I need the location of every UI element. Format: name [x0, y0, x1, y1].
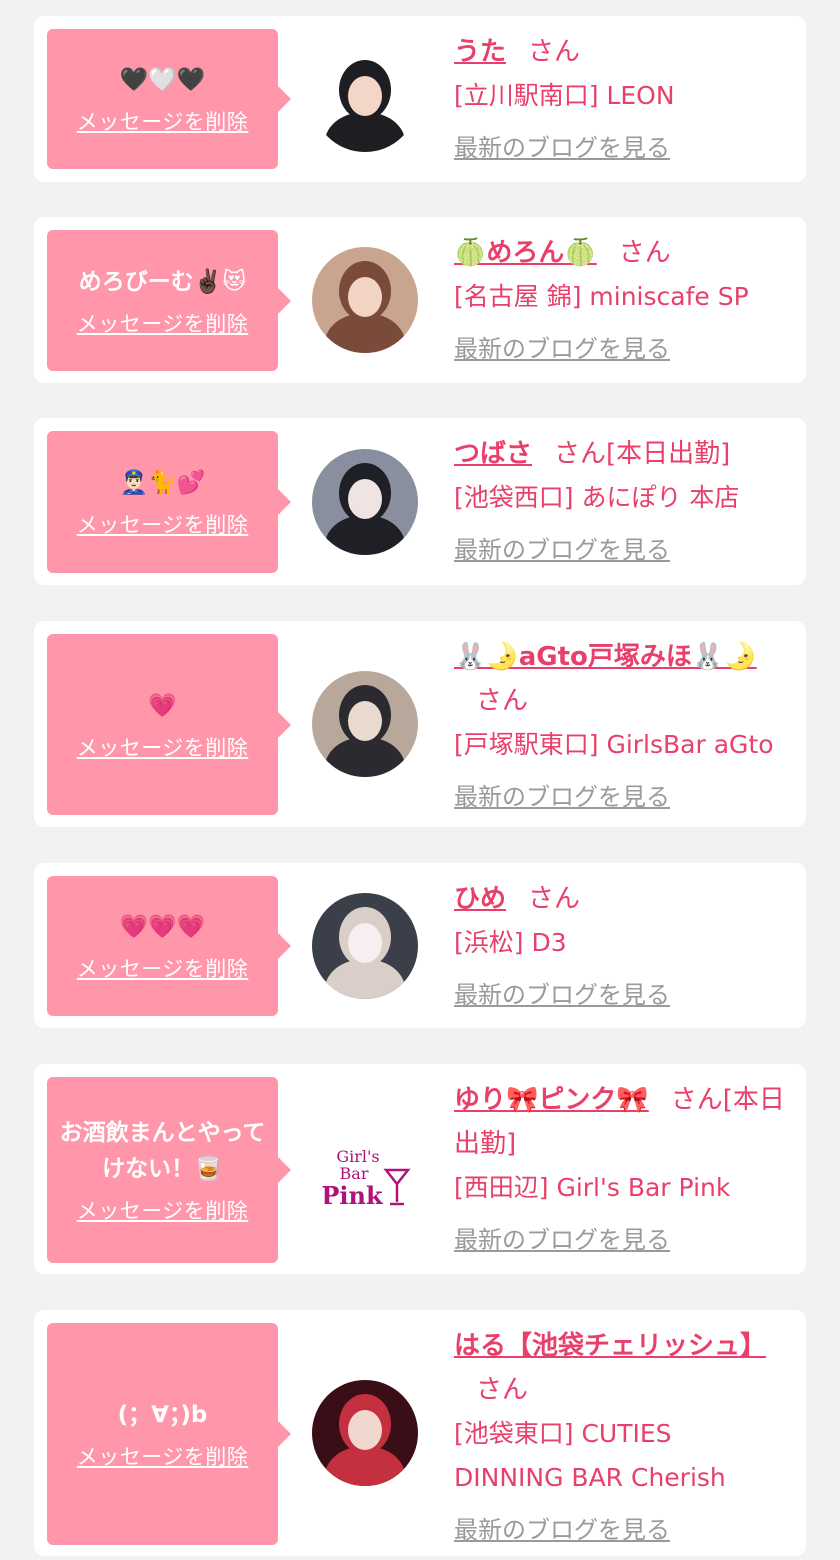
shop-name: [立川駅南口] LEON — [454, 81, 675, 110]
avatar[interactable] — [312, 893, 418, 999]
logo-text-line3: Pink — [321, 1181, 384, 1210]
girl-name-link[interactable]: うた — [454, 37, 506, 67]
name-line: 🍈めろん🍈 さん — [454, 231, 788, 275]
name-line: うた さん — [454, 30, 788, 74]
message-text: めろびーむ✌🏿😻 — [78, 268, 247, 295]
name-line: つばさ さん[本日出勤] — [454, 432, 788, 476]
delete-message-link[interactable]: メッセージを削除 — [77, 1195, 249, 1225]
shop-logo[interactable]: Girl's Bar Pink — [312, 1116, 418, 1222]
delete-message-link[interactable]: メッセージを削除 — [77, 732, 249, 762]
message-list: 🖤🤍🖤 メッセージを削除 うた さん [立川駅南口] LEON 最新のブログを見る めろびー… — [0, 0, 840, 1560]
girl-name-link[interactable]: はる【池袋チェリッシュ】 — [454, 1331, 766, 1361]
latest-blog-link[interactable]: 最新のブログを見る — [454, 975, 670, 1015]
honorific-label: さん — [476, 1375, 529, 1405]
message-card: (；∀；)b メッセージを削除 はる【池袋チェリッシュ】さん [池袋東口] CUTIE… — [34, 1310, 806, 1556]
girl-info: つばさ さん[本日出勤] [池袋西口] あにぽり 本店最新のブログを見る — [454, 432, 788, 570]
girl-info: ゆり🎀ピンク🎀 さん[本日出勤] [西田辺] Girl's Bar Pink 最新のブ… — [454, 1078, 788, 1260]
delete-message-link[interactable]: メッセージを削除 — [77, 509, 249, 539]
message-text: 🖤🤍🖤 — [119, 67, 206, 93]
avatar[interactable] — [312, 671, 418, 777]
message-text: 💗 — [148, 692, 177, 719]
latest-blog-link[interactable]: 最新のブログを見る — [454, 777, 670, 817]
message-card: お酒飲まんとやってけない！🥃 メッセージを削除 Girl's Bar Pink ゆり🎀ピン… — [34, 1064, 806, 1274]
message-bubble: 💗💗💗 メッセージを削除 — [47, 876, 291, 1016]
delete-message-link[interactable]: メッセージを削除 — [77, 1441, 249, 1471]
girl-info: 🍈めろん🍈 さん [名古屋 錦] miniscafe SP 最新のブログを見る — [454, 231, 788, 369]
honorific-label: さん — [528, 37, 581, 67]
girl-info: うた さん [立川駅南口] LEON 最新のブログを見る — [454, 30, 788, 168]
latest-blog-link[interactable]: 最新のブログを見る — [454, 329, 670, 369]
message-bubble: お酒飲まんとやってけない！🥃 メッセージを削除 — [47, 1077, 291, 1263]
avatar[interactable] — [312, 247, 418, 353]
girl-name-link[interactable]: 🐰🌛aGto戸塚みほ🐰🌛 — [454, 642, 757, 672]
message-card: めろびーむ✌🏿😻 メッセージを削除 🍈めろん🍈 さん [名古屋 錦] miniscafe… — [34, 217, 806, 383]
attendance-status: [本日出勤] — [606, 439, 731, 469]
latest-blog-link[interactable]: 最新のブログを見る — [454, 128, 670, 168]
honorific-label: さん — [476, 686, 529, 716]
honorific-label: さん — [554, 439, 607, 469]
girl-info: 🐰🌛aGto戸塚みほ🐰🌛 さん [戸塚駅東口] GirlsBar aGto 最新のブロ… — [454, 635, 788, 817]
honorific-label: さん — [528, 884, 581, 914]
message-bubble: めろびーむ✌🏿😻 メッセージを削除 — [47, 230, 291, 371]
delete-message-link[interactable]: メッセージを削除 — [77, 953, 249, 983]
girl-name-link[interactable]: ひめ — [454, 884, 506, 914]
name-line: はる【池袋チェリッシュ】さん — [454, 1324, 788, 1412]
message-bubble: (；∀；)b メッセージを削除 — [47, 1323, 291, 1545]
latest-blog-link[interactable]: 最新のブログを見る — [454, 1220, 670, 1260]
message-card: 👮🏻‍♂️🐈💕 メッセージを削除 つばさ さん[本日出勤] [池袋西口] あにぽり 本店… — [34, 418, 806, 585]
message-text: (；∀；)b — [117, 1402, 208, 1428]
message-text: お酒飲まんとやってけない！🥃 — [59, 1120, 266, 1182]
shop-name: [池袋西口] あにぽり 本店 — [454, 483, 740, 512]
avatar[interactable] — [312, 1380, 418, 1486]
shop-name: [西田辺] Girl's Bar Pink — [454, 1173, 731, 1202]
name-line: ゆり🎀ピンク🎀 さん[本日出勤] — [454, 1078, 788, 1166]
delete-message-link[interactable]: メッセージを削除 — [77, 308, 249, 338]
message-card: 🖤🤍🖤 メッセージを削除 うた さん [立川駅南口] LEON 最新のブログを見る — [34, 16, 806, 182]
girl-name-link[interactable]: つばさ — [454, 439, 532, 469]
message-card: 💗 メッセージを削除 🐰🌛aGto戸塚みほ🐰🌛 さん [戸塚駅東口] GirlsBar … — [34, 621, 806, 827]
message-text: 💗💗💗 — [119, 914, 206, 940]
name-line: 🐰🌛aGto戸塚みほ🐰🌛 さん — [454, 635, 788, 723]
name-line: ひめ さん — [454, 877, 788, 921]
girl-name-link[interactable]: ゆり🎀ピンク🎀 — [454, 1085, 649, 1115]
avatar[interactable] — [312, 46, 418, 152]
girl-info: ひめ さん [浜松] D3 最新のブログを見る — [454, 877, 788, 1015]
message-text: 👮🏻‍♂️🐈💕 — [119, 470, 206, 496]
shop-name: [池袋東口] CUTIES DINNING BAR Cherish — [454, 1419, 726, 1492]
message-bubble: 💗 メッセージを削除 — [47, 634, 291, 815]
message-card: 💗💗💗 メッセージを削除 ひめ さん [浜松] D3 最新のブログを見る — [34, 863, 806, 1028]
shop-name: [名古屋 錦] miniscafe SP — [454, 282, 749, 311]
latest-blog-link[interactable]: 最新のブログを見る — [454, 530, 670, 570]
honorific-label: さん — [670, 1085, 723, 1115]
latest-blog-link[interactable]: 最新のブログを見る — [454, 1510, 670, 1550]
shop-name: [戸塚駅東口] GirlsBar aGto — [454, 730, 774, 759]
shop-name: [浜松] D3 — [454, 928, 567, 957]
girl-name-link[interactable]: 🍈めろん🍈 — [454, 238, 597, 268]
message-bubble: 👮🏻‍♂️🐈💕 メッセージを削除 — [47, 431, 291, 573]
girl-info: はる【池袋チェリッシュ】さん [池袋東口] CUTIES DINNING BAR … — [454, 1324, 788, 1550]
delete-message-link[interactable]: メッセージを削除 — [77, 106, 249, 136]
avatar[interactable] — [312, 449, 418, 555]
message-bubble: 🖤🤍🖤 メッセージを削除 — [47, 29, 291, 169]
honorific-label: さん — [618, 238, 671, 268]
